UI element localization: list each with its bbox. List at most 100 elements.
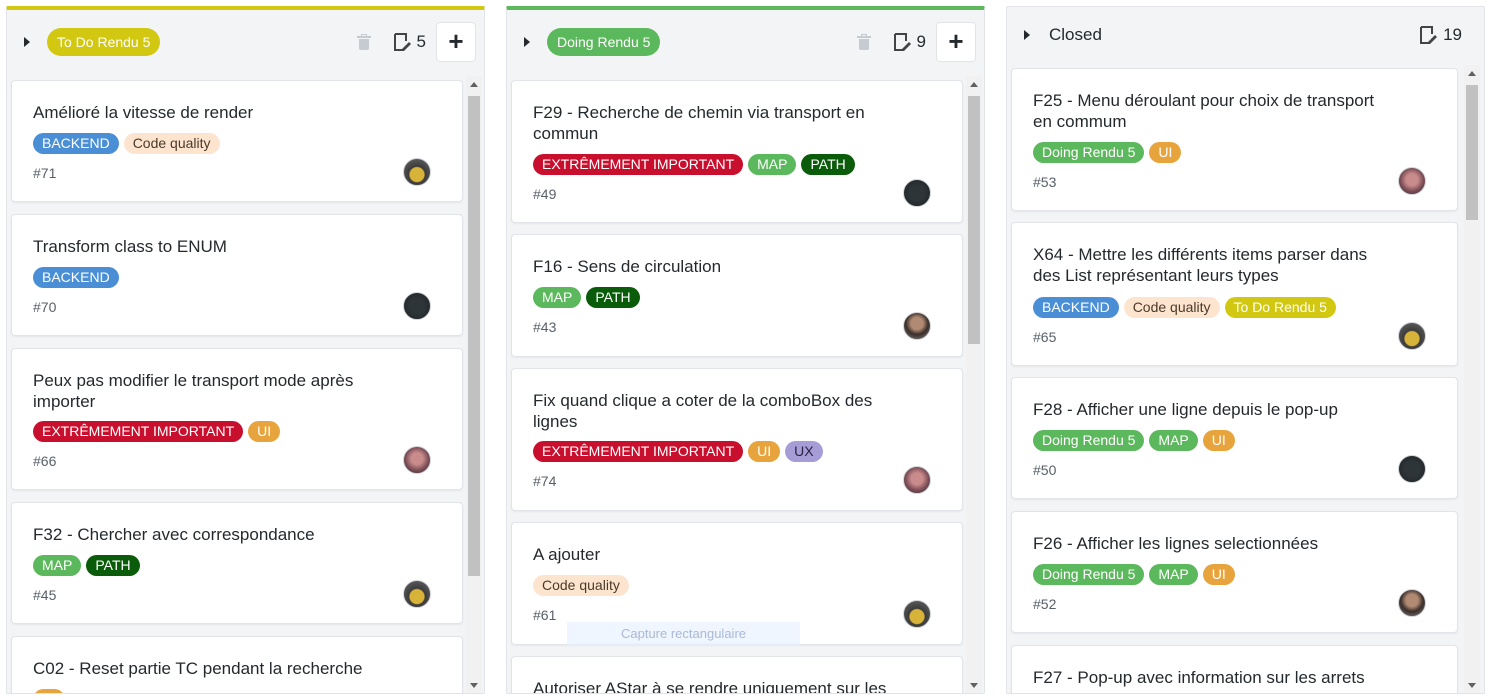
scrollbar[interactable] <box>1464 65 1480 693</box>
collapse-caret-icon[interactable] <box>521 36 533 48</box>
avatar-dark-icon[interactable] <box>403 292 431 320</box>
label-todo-rendu[interactable]: To Do Rendu 5 <box>1224 297 1336 318</box>
label-map[interactable]: MAP <box>748 154 797 175</box>
avatar-face-icon[interactable] <box>403 446 431 474</box>
issue-card[interactable]: F25 - Menu déroulant pour choix de trans… <box>1011 68 1458 211</box>
card-title[interactable]: Peux pas modifier le transport mode aprè… <box>33 370 402 412</box>
avatar-dark-icon[interactable] <box>903 179 931 207</box>
scroll-up-arrow-icon[interactable] <box>1464 65 1480 81</box>
label-doing-rendu[interactable]: Doing Rendu 5 <box>1033 430 1145 451</box>
card-title[interactable]: X64 - Mettre les différents items parser… <box>1033 244 1397 286</box>
card-labels: EXTRÊMEMENT IMPORTANT UI UX <box>533 441 823 462</box>
add-card-button[interactable] <box>436 22 476 62</box>
label-code-quality[interactable]: Code quality <box>533 575 629 596</box>
label-map[interactable]: MAP <box>533 287 582 308</box>
collapse-caret-icon[interactable] <box>1021 29 1033 41</box>
issue-card[interactable]: Autoriser AStar à se rendre uniquement s… <box>511 656 963 693</box>
scrollbar-thumb[interactable] <box>1466 85 1478 220</box>
trash-icon[interactable] <box>356 34 371 50</box>
scroll-down-arrow-icon[interactable] <box>966 677 982 693</box>
capture-overlay: Capture rectangulaire <box>567 622 800 646</box>
issue-card[interactable]: F32 - Chercher avec correspondance MAP P… <box>11 502 463 624</box>
label-map[interactable]: MAP <box>1149 564 1198 585</box>
label-doing-rendu[interactable]: Doing Rendu 5 <box>1033 142 1145 163</box>
label-path[interactable]: PATH <box>586 287 640 308</box>
issue-number: #45 <box>33 587 57 603</box>
avatar-face-icon[interactable] <box>903 466 931 494</box>
label-ui[interactable]: UI <box>748 441 781 462</box>
avatar-dark-icon[interactable] <box>1398 455 1426 483</box>
scrollbar[interactable] <box>966 76 982 693</box>
avatar-face-icon[interactable] <box>1398 167 1426 195</box>
card-title[interactable]: F27 - Pop-up avec information sur les ar… <box>1033 667 1397 688</box>
card-title[interactable]: F32 - Chercher avec correspondance <box>33 524 402 545</box>
label-code-quality[interactable]: Code quality <box>123 133 220 154</box>
card-list: F25 - Menu déroulant pour choix de trans… <box>1011 65 1458 693</box>
label-path[interactable]: PATH <box>86 555 140 576</box>
issue-card[interactable]: F16 - Sens de circulation MAP PATH #43 <box>511 234 963 357</box>
card-list: F29 - Recherche de chemin via transport … <box>511 76 963 693</box>
label-doing-rendu[interactable]: Doing Rendu 5 <box>1033 564 1145 585</box>
column-actions: 5 <box>356 20 476 64</box>
card-count: 19 <box>1419 25 1462 45</box>
avatar-car-icon[interactable] <box>403 158 431 186</box>
label-map[interactable]: MAP <box>1149 430 1198 451</box>
scroll-up-arrow-icon[interactable] <box>466 76 482 92</box>
issue-card[interactable]: Peux pas modifier le transport mode aprè… <box>11 348 463 490</box>
issue-card[interactable]: X64 - Mettre les différents items parser… <box>1011 222 1458 366</box>
label-ui[interactable]: UI <box>1202 564 1235 585</box>
label-ui[interactable]: UI <box>33 689 65 693</box>
label-backend[interactable]: BACKEND <box>1033 297 1119 318</box>
scrollbar-thumb[interactable] <box>968 96 980 344</box>
issue-number: #49 <box>533 186 557 202</box>
card-title[interactable]: F25 - Menu déroulant pour choix de trans… <box>1033 90 1397 132</box>
issue-card[interactable]: Fix quand clique a coter de la comboBox … <box>511 368 963 511</box>
label-extreme-important[interactable]: EXTRÊMEMENT IMPORTANT <box>533 154 744 175</box>
column-title: Doing Rendu 5 <box>547 28 661 56</box>
card-title[interactable]: C02 - Reset partie TC pendant la recherc… <box>33 658 402 679</box>
avatar-car-icon[interactable] <box>403 580 431 608</box>
scrollbar-thumb[interactable] <box>468 96 480 576</box>
card-title[interactable]: Amélioré la vitesse de render <box>33 102 402 123</box>
label-code-quality[interactable]: Code quality <box>1123 297 1220 318</box>
issue-number: #53 <box>1033 174 1057 190</box>
card-title[interactable]: A ajouter <box>533 544 902 565</box>
avatar-car-icon[interactable] <box>1398 322 1426 350</box>
label-extreme-important[interactable]: EXTRÊMEMENT IMPORTANT <box>33 421 244 442</box>
card-labels: BACKEND <box>33 267 119 288</box>
add-card-button[interactable] <box>936 22 976 62</box>
label-extreme-important[interactable]: EXTRÊMEMENT IMPORTANT <box>533 441 744 462</box>
avatar-person-icon[interactable] <box>903 312 931 340</box>
card-title[interactable]: Fix quand clique a coter de la comboBox … <box>533 390 902 432</box>
label-ui[interactable]: UI <box>248 421 281 442</box>
card-title[interactable]: F26 - Afficher les lignes selectionnées <box>1033 533 1397 554</box>
label-backend[interactable]: BACKEND <box>33 267 119 288</box>
label-ui[interactable]: UI <box>1202 430 1235 451</box>
issue-card[interactable]: Amélioré la vitesse de render BACKEND Co… <box>11 80 463 202</box>
collapse-caret-icon[interactable] <box>21 36 33 48</box>
card-title[interactable]: Autoriser AStar à se rendre uniquement s… <box>533 678 902 693</box>
card-labels: BACKEND Code quality <box>33 133 220 154</box>
label-map[interactable]: MAP <box>33 555 82 576</box>
avatar-car-icon[interactable] <box>903 600 931 628</box>
scrollbar[interactable] <box>466 76 482 693</box>
issue-card[interactable]: F28 - Afficher une ligne depuis le pop-u… <box>1011 377 1458 499</box>
card-title[interactable]: F16 - Sens de circulation <box>533 256 902 277</box>
card-title[interactable]: F29 - Recherche de chemin via transport … <box>533 102 902 144</box>
label-path[interactable]: PATH <box>801 154 855 175</box>
issue-card[interactable]: C02 - Reset partie TC pendant la recherc… <box>11 636 463 693</box>
scroll-up-arrow-icon[interactable] <box>966 76 982 92</box>
avatar-person-icon[interactable] <box>1398 589 1426 617</box>
label-ui[interactable]: UI <box>1149 142 1182 163</box>
card-title[interactable]: Transform class to ENUM <box>33 236 402 257</box>
label-backend[interactable]: BACKEND <box>33 133 119 154</box>
card-title[interactable]: F28 - Afficher une ligne depuis le pop-u… <box>1033 399 1397 420</box>
scroll-down-arrow-icon[interactable] <box>466 677 482 693</box>
issue-card[interactable]: F29 - Recherche de chemin via transport … <box>511 80 963 223</box>
issue-card[interactable]: Transform class to ENUM BACKEND #70 <box>11 214 463 336</box>
trash-icon[interactable] <box>856 34 871 50</box>
label-ux[interactable]: UX <box>785 441 823 462</box>
issue-card[interactable]: F26 - Afficher les lignes selectionnées … <box>1011 511 1458 633</box>
issue-card[interactable]: F27 - Pop-up avec information sur les ar… <box>1011 645 1458 693</box>
scroll-down-arrow-icon[interactable] <box>1464 677 1480 693</box>
